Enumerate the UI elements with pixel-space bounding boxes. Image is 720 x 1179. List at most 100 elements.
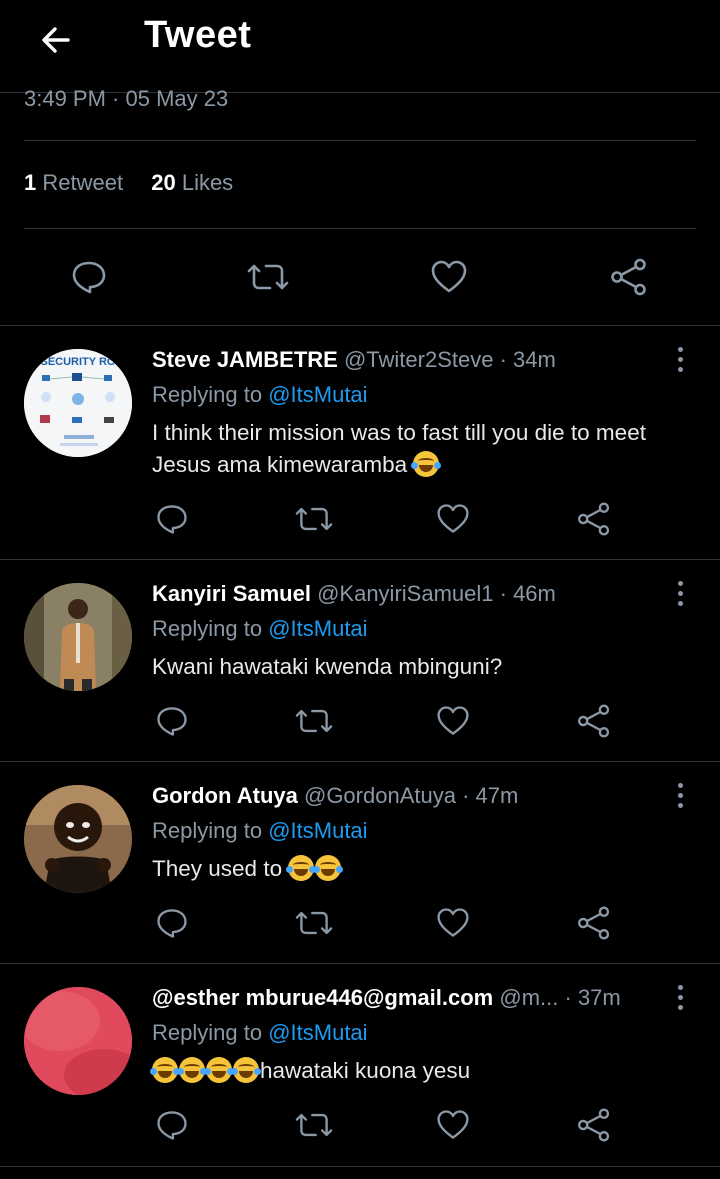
reply-icon bbox=[72, 261, 106, 294]
joy-emoji bbox=[231, 1057, 261, 1083]
reply-item[interactable]: SECURITY RO Steve JAMBETRE @Twiter2Steve… bbox=[0, 325, 720, 559]
reply-meta: Kanyiri Samuel @KanyiriSamuel1 · 46m bbox=[152, 581, 556, 607]
author-handle[interactable]: @GordonAtuya bbox=[304, 783, 456, 808]
more-options-button[interactable] bbox=[668, 573, 692, 613]
retweet-icon bbox=[295, 709, 333, 733]
back-button[interactable] bbox=[34, 18, 78, 62]
retweet-icon bbox=[295, 911, 333, 935]
reply-time: · 37m bbox=[564, 985, 621, 1010]
reply-item[interactable]: Kanyiri Samuel @KanyiriSamuel1 · 46m Rep… bbox=[0, 559, 720, 761]
reply-button[interactable] bbox=[150, 1103, 194, 1147]
author-handle[interactable]: @KanyiriSamuel1 bbox=[317, 581, 493, 606]
share-button[interactable] bbox=[572, 497, 616, 541]
retweet-button[interactable] bbox=[292, 1103, 336, 1147]
retweet-button[interactable] bbox=[292, 901, 336, 945]
avatar[interactable]: SECURITY RO bbox=[24, 349, 132, 457]
author-name[interactable]: Kanyiri Samuel bbox=[152, 581, 311, 606]
divider bbox=[24, 140, 696, 141]
share-icon bbox=[577, 704, 610, 738]
retweet-icon bbox=[295, 1113, 333, 1137]
reply-item[interactable]: Gordon Atuya @GordonAtuya · 47m Replying… bbox=[0, 761, 720, 963]
replying-to-link[interactable]: @ItsMutai bbox=[268, 382, 367, 407]
reply-meta: Steve JAMBETRE @Twiter2Steve · 34m bbox=[152, 347, 556, 373]
author-name[interactable]: @esther mburue446@gmail.com bbox=[152, 985, 493, 1010]
reply-meta: Gordon Atuya @GordonAtuya · 47m bbox=[152, 783, 518, 809]
more-options-button[interactable] bbox=[668, 977, 692, 1017]
replying-to: Replying to @ItsMutai bbox=[152, 382, 368, 408]
author-handle[interactable]: @Twiter2Steve bbox=[344, 347, 494, 372]
divider bbox=[24, 228, 696, 229]
like-button[interactable] bbox=[431, 699, 475, 743]
replying-prefix: Replying to bbox=[152, 382, 263, 407]
like-button[interactable] bbox=[431, 1103, 475, 1147]
reply-button[interactable] bbox=[150, 901, 194, 945]
author-handle[interactable]: @m... bbox=[499, 985, 558, 1010]
replying-prefix: Replying to bbox=[152, 616, 263, 641]
share-icon bbox=[611, 258, 646, 296]
top-bar: Tweet bbox=[0, 0, 720, 78]
joy-emoji bbox=[150, 1057, 180, 1083]
reply-text-content: hawataki kuona yesu bbox=[260, 1058, 471, 1083]
retweets-stat[interactable]: 1 Retweet bbox=[24, 170, 123, 195]
share-button[interactable] bbox=[607, 255, 651, 299]
like-button[interactable] bbox=[431, 497, 475, 541]
reply-icon bbox=[157, 909, 187, 938]
replying-to: Replying to @ItsMutai bbox=[152, 616, 368, 642]
retweets-count: 1 bbox=[24, 170, 37, 195]
share-button[interactable] bbox=[572, 1103, 616, 1147]
reply-text-content: I think their mission was to fast till y… bbox=[152, 420, 646, 477]
likes-stat[interactable]: 20 Likes bbox=[151, 170, 233, 195]
like-icon bbox=[437, 1110, 469, 1139]
replying-to-link[interactable]: @ItsMutai bbox=[268, 616, 367, 641]
share-icon bbox=[577, 1108, 610, 1142]
retweet-button[interactable] bbox=[292, 497, 336, 541]
retweet-button[interactable] bbox=[292, 699, 336, 743]
replying-to-link[interactable]: @ItsMutai bbox=[268, 1020, 367, 1045]
divider bbox=[0, 1166, 720, 1167]
reply-icon bbox=[157, 707, 187, 736]
like-icon bbox=[437, 504, 469, 533]
more-icon bbox=[677, 580, 683, 586]
replying-to: Replying to @ItsMutai bbox=[152, 1020, 368, 1046]
more-options-button[interactable] bbox=[668, 339, 692, 379]
tweet-timestamp: 3:49 PM · 05 May 23 bbox=[24, 86, 229, 111]
author-name[interactable]: Gordon Atuya bbox=[152, 783, 298, 808]
share-button[interactable] bbox=[572, 699, 616, 743]
retweet-button[interactable] bbox=[246, 255, 290, 299]
like-button[interactable] bbox=[431, 901, 475, 945]
retweet-icon bbox=[247, 264, 289, 290]
like-icon bbox=[431, 260, 467, 293]
replying-to: Replying to @ItsMutai bbox=[152, 818, 368, 844]
reply-text: hawataki kuona yesu bbox=[150, 1055, 697, 1087]
more-icon bbox=[677, 984, 683, 990]
reply-text: Kwani hawataki kwenda mbinguni? bbox=[152, 654, 503, 679]
svg-text:SECURITY RO: SECURITY RO bbox=[41, 356, 116, 368]
reply-button[interactable] bbox=[67, 255, 111, 299]
share-icon bbox=[577, 502, 610, 536]
reply-meta: @esther mburue446@gmail.com @m... · 37m bbox=[152, 985, 621, 1011]
back-arrow-icon bbox=[42, 27, 70, 53]
retweets-label: Retweet bbox=[42, 170, 124, 195]
author-name[interactable]: Steve JAMBETRE bbox=[152, 347, 338, 372]
like-button[interactable] bbox=[427, 255, 471, 299]
like-icon bbox=[437, 908, 469, 937]
reply-icon bbox=[157, 505, 187, 534]
replying-to-link[interactable]: @ItsMutai bbox=[268, 818, 367, 843]
joy-emoji bbox=[204, 1057, 234, 1083]
replying-prefix: Replying to bbox=[152, 818, 263, 843]
reply-time: · 47m bbox=[462, 783, 519, 808]
more-icon bbox=[677, 782, 683, 788]
more-options-button[interactable] bbox=[668, 775, 692, 815]
reply-time: · 46m bbox=[499, 581, 556, 606]
share-button[interactable] bbox=[572, 901, 616, 945]
reply-button[interactable] bbox=[150, 699, 194, 743]
likes-count: 20 bbox=[151, 170, 176, 195]
reply-icon bbox=[157, 1111, 187, 1140]
reply-button[interactable] bbox=[150, 497, 194, 541]
reply-item[interactable]: @esther mburue446@gmail.com @m... · 37m … bbox=[0, 963, 720, 1166]
share-icon bbox=[577, 906, 610, 940]
avatar[interactable] bbox=[24, 987, 132, 1095]
reply-time: · 34m bbox=[499, 347, 556, 372]
avatar[interactable] bbox=[24, 785, 132, 893]
avatar[interactable] bbox=[24, 583, 132, 691]
